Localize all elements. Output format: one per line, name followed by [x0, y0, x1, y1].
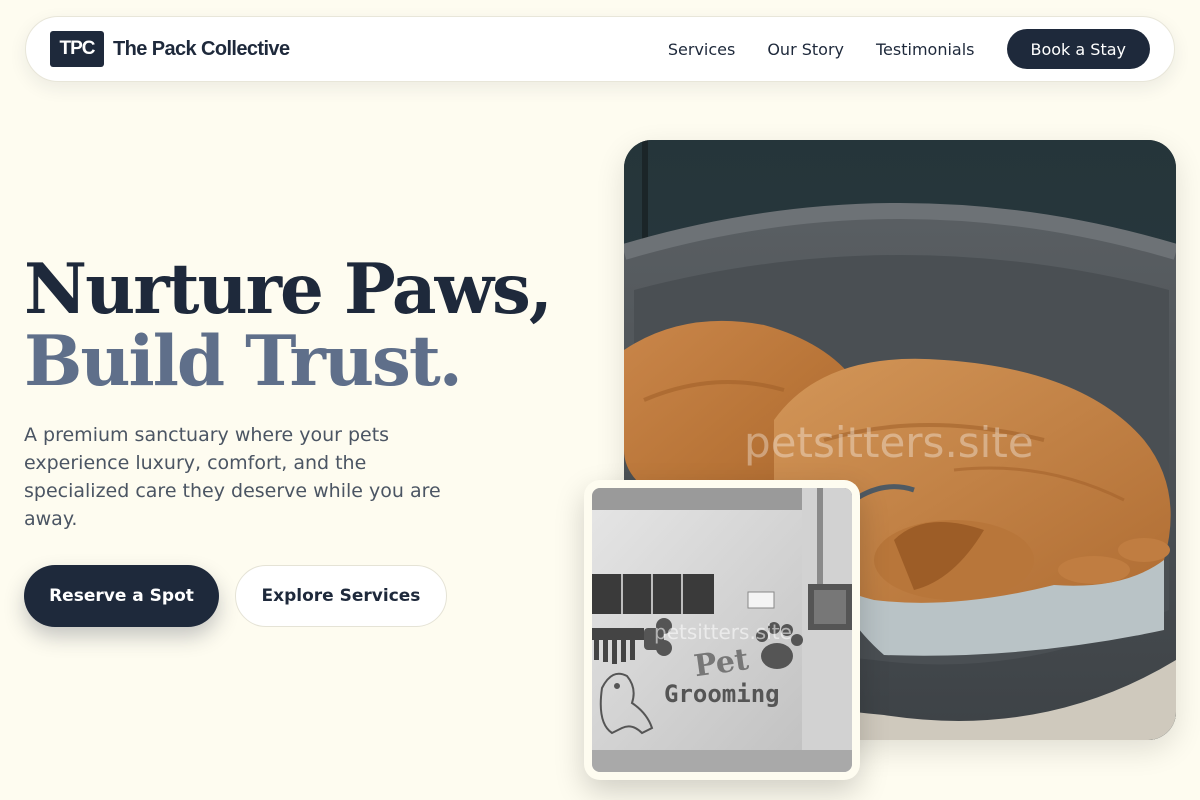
hero-title: Nurture Paws, Build Trust.: [24, 249, 553, 402]
book-a-stay-button[interactable]: Book a Stay: [1006, 29, 1150, 69]
nav-link-our-story[interactable]: Our Story: [767, 40, 844, 59]
nav-link-services[interactable]: Services: [668, 40, 735, 59]
inset-photo-frame: Pet Grooming petsitters.site: [584, 480, 860, 780]
reserve-spot-button[interactable]: Reserve a Spot: [24, 565, 219, 627]
brand-name[interactable]: The Pack Collective: [113, 38, 290, 61]
hero-title-line2: Build Trust.: [24, 321, 463, 402]
grooming-sign-grooming: Grooming: [664, 680, 780, 708]
nav-link-testimonials[interactable]: Testimonials: [876, 40, 975, 59]
hero-subtitle: A premium sanctuary where your pets expe…: [24, 424, 441, 530]
inset-photo-watermark: petsitters.site: [654, 620, 792, 644]
brand-logo[interactable]: TPC: [50, 31, 104, 67]
hero-title-line1: Nurture Paws,: [24, 249, 553, 330]
nav-links: Services Our Story Testimonials Book a S…: [668, 29, 1150, 69]
explore-services-button[interactable]: Explore Services: [235, 565, 447, 627]
brand[interactable]: TPC The Pack Collective: [50, 31, 290, 67]
grooming-photo: Pet Grooming petsitters.site: [592, 488, 852, 772]
top-navbar: TPC The Pack Collective Services Our Sto…: [25, 16, 1175, 82]
main-photo-watermark: petsitters.site: [744, 418, 1034, 467]
